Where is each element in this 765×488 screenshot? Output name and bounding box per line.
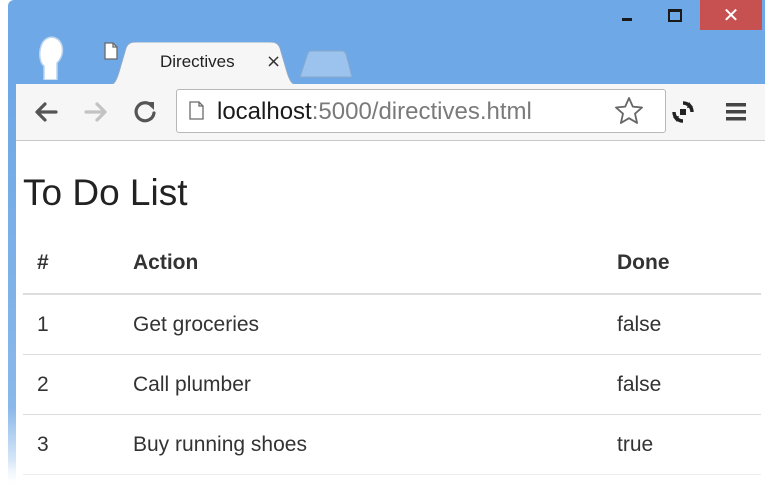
maximize-icon — [668, 8, 682, 22]
window-frame-left — [8, 86, 16, 488]
back-arrow-icon[interactable] — [32, 98, 60, 126]
menu-icon[interactable] — [724, 101, 748, 123]
browser-toolbar: localhost:5000/directives.html — [16, 84, 765, 141]
page-icon — [104, 42, 118, 60]
column-header-number: # — [23, 233, 119, 295]
profile-avatar-icon[interactable] — [38, 36, 64, 80]
maximize-button[interactable] — [652, 0, 698, 30]
cell-number: 1 — [23, 294, 119, 355]
cell-number: 3 — [23, 414, 119, 475]
star-icon[interactable] — [614, 96, 644, 126]
column-header-done: Done — [603, 233, 761, 295]
minimize-icon — [622, 17, 632, 21]
url-host: localhost — [217, 98, 312, 125]
extension-icon[interactable] — [671, 100, 695, 124]
cell-action: Buy running shoes — [119, 414, 603, 475]
url-text: localhost:5000/directives.html — [217, 98, 532, 126]
table-row: 1 Get groceries false — [23, 294, 761, 355]
address-bar[interactable]: localhost:5000/directives.html — [176, 89, 666, 133]
cell-action: Call plumber — [119, 354, 603, 415]
table-row: 2 Call plumber false — [23, 354, 761, 415]
forward-arrow-icon[interactable] — [82, 98, 110, 126]
column-header-action: Action — [119, 233, 603, 295]
close-icon: ✕ — [722, 3, 740, 27]
tab-close-icon[interactable]: × — [266, 51, 281, 72]
browser-window: ✕ Directives × localhost:5000/directives… — [0, 0, 765, 488]
todo-table: # Action Done 1 Get groceries false 2 Ca… — [23, 233, 761, 475]
url-path: :5000/directives.html — [311, 98, 532, 125]
tab-title: Directives — [160, 52, 235, 71]
reload-icon[interactable] — [131, 98, 159, 126]
cell-number: 2 — [23, 354, 119, 415]
close-window-button[interactable]: ✕ — [700, 0, 762, 30]
minimize-button[interactable] — [604, 0, 650, 30]
cell-action: Get groceries — [119, 294, 603, 355]
cell-done: true — [603, 414, 761, 475]
cell-done: false — [603, 354, 761, 415]
table-row: 3 Buy running shoes true — [23, 414, 761, 475]
new-tab-button[interactable] — [298, 50, 354, 78]
tab-directives[interactable]: Directives × — [104, 42, 304, 86]
table-header-row: # Action Done — [23, 233, 761, 295]
page-icon — [189, 101, 204, 120]
page-content: To Do List # Action Done 1 Get groceries… — [16, 141, 765, 488]
cell-done: false — [603, 294, 761, 355]
page-title: To Do List — [23, 172, 188, 213]
